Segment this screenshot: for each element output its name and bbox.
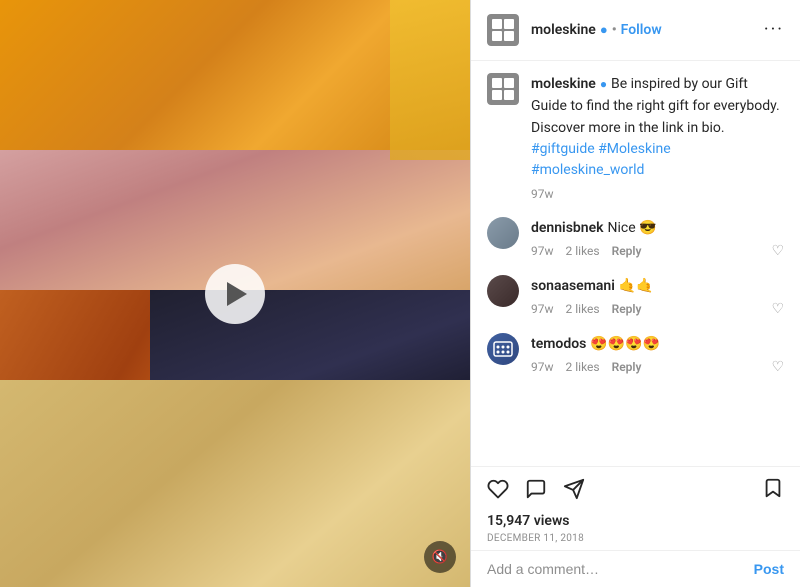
comment-text-dennis: Nice 😎 xyxy=(607,220,656,236)
verified-badge-icon: ● xyxy=(600,22,608,38)
comment-likes-sona: 2 likes xyxy=(566,302,600,316)
comment-reply-dennis[interactable]: Reply xyxy=(612,244,642,258)
comment-icon xyxy=(525,478,547,500)
comment-time-sona: 97w xyxy=(531,302,554,316)
comment-button[interactable] xyxy=(525,478,547,505)
caption-avatar[interactable] xyxy=(487,73,519,105)
header-username-row: moleskine ● • Follow xyxy=(531,22,662,38)
comment-avatar-temodos[interactable] xyxy=(487,333,519,365)
play-button[interactable] xyxy=(205,264,265,324)
comment-content-sona: sonaasemani 🤙🤙 97w 2 likes Reply ♡ xyxy=(531,275,784,317)
post-comment-button[interactable]: Post xyxy=(754,561,784,577)
comment-avatar-dennis[interactable] xyxy=(487,217,519,249)
comment-meta-dennis: 97w 2 likes Reply ♡ xyxy=(531,243,784,259)
comment-text-temodos: 😍😍😍😍 xyxy=(590,336,660,352)
post-header: moleskine ● • Follow ··· xyxy=(471,0,800,61)
caption-time: 97w xyxy=(531,187,784,201)
follow-button[interactable]: Follow xyxy=(621,22,662,38)
temodos-avatar-icon xyxy=(493,341,513,357)
heart-icon xyxy=(487,478,509,500)
info-panel: moleskine ● • Follow ··· moleskine xyxy=(470,0,800,587)
comment-reply-sona[interactable]: Reply xyxy=(612,302,642,316)
caption-verified-icon: ● xyxy=(600,77,607,91)
header-user-info: moleskine ● • Follow xyxy=(531,22,662,38)
comment-avatar-sona[interactable] xyxy=(487,275,519,307)
comment-reply-temodos[interactable]: Reply xyxy=(612,360,642,374)
comment-content-temodos: temodos 😍😍😍😍 97w 2 likes Reply ♡ xyxy=(531,333,784,375)
comment-input[interactable] xyxy=(487,561,754,577)
comment-row: temodos 😍😍😍😍 97w 2 likes Reply ♡ xyxy=(487,333,784,375)
video-panel: 🔇 xyxy=(0,0,470,587)
more-options-button[interactable]: ··· xyxy=(764,21,784,39)
avatar-grid-icon xyxy=(492,19,514,41)
caption-hashtags[interactable]: #giftguide #Moleskine #moleskine_world xyxy=(531,139,784,181)
share-button[interactable] xyxy=(563,478,585,505)
video-bg-layer-5 xyxy=(0,380,470,587)
comment-meta-sona: 97w 2 likes Reply ♡ xyxy=(531,301,784,317)
comment-content-dennis: dennisbnek Nice 😎 97w 2 likes Reply ♡ xyxy=(531,217,784,259)
comment-heart-sona[interactable]: ♡ xyxy=(771,301,784,317)
add-comment-bar: Post xyxy=(471,550,800,587)
comment-username-sona[interactable]: sonaasemani xyxy=(531,278,615,294)
comment-heart-temodos[interactable]: ♡ xyxy=(771,359,784,375)
comment-heart-dennis[interactable]: ♡ xyxy=(771,243,784,259)
share-icon xyxy=(563,478,585,500)
comment-likes-dennis: 2 likes xyxy=(566,244,600,258)
comment-row: sonaasemani 🤙🤙 97w 2 likes Reply ♡ xyxy=(487,275,784,317)
comment-time-dennis: 97w xyxy=(531,244,554,258)
views-count: 15,947 views xyxy=(487,513,784,529)
comment-likes-temodos: 2 likes xyxy=(566,360,600,374)
caption-body: moleskine ● Be inspired by our Gift Guid… xyxy=(531,73,784,201)
comments-area: moleskine ● Be inspired by our Gift Guid… xyxy=(471,61,800,466)
bookmark-icon xyxy=(762,477,784,499)
profile-avatar[interactable] xyxy=(487,14,519,46)
caption-username[interactable]: moleskine xyxy=(531,76,596,92)
post-date: December 11, 2018 xyxy=(487,533,784,544)
comment-meta-temodos: 97w 2 likes Reply ♡ xyxy=(531,359,784,375)
comment-row: dennisbnek Nice 😎 97w 2 likes Reply ♡ xyxy=(487,217,784,259)
caption-avatar-grid-icon xyxy=(492,78,514,100)
video-bg-top-right xyxy=(390,0,470,160)
dot-separator: • xyxy=(612,22,617,38)
header-username-text[interactable]: moleskine xyxy=(531,22,596,38)
caption-row: moleskine ● Be inspired by our Gift Guid… xyxy=(487,73,784,201)
comment-time-temodos: 97w xyxy=(531,360,554,374)
action-icons-row xyxy=(487,477,784,505)
comment-username-dennis[interactable]: dennisbnek xyxy=(531,220,604,236)
actions-bar: 15,947 views December 11, 2018 xyxy=(471,466,800,550)
mute-button[interactable]: 🔇 xyxy=(424,541,456,573)
bookmark-button[interactable] xyxy=(762,477,784,505)
play-triangle-icon xyxy=(227,282,247,306)
mute-icon: 🔇 xyxy=(432,550,448,565)
comment-text-sona: 🤙🤙 xyxy=(619,278,654,294)
comment-username-temodos[interactable]: temodos xyxy=(531,336,586,352)
like-button[interactable] xyxy=(487,478,509,505)
